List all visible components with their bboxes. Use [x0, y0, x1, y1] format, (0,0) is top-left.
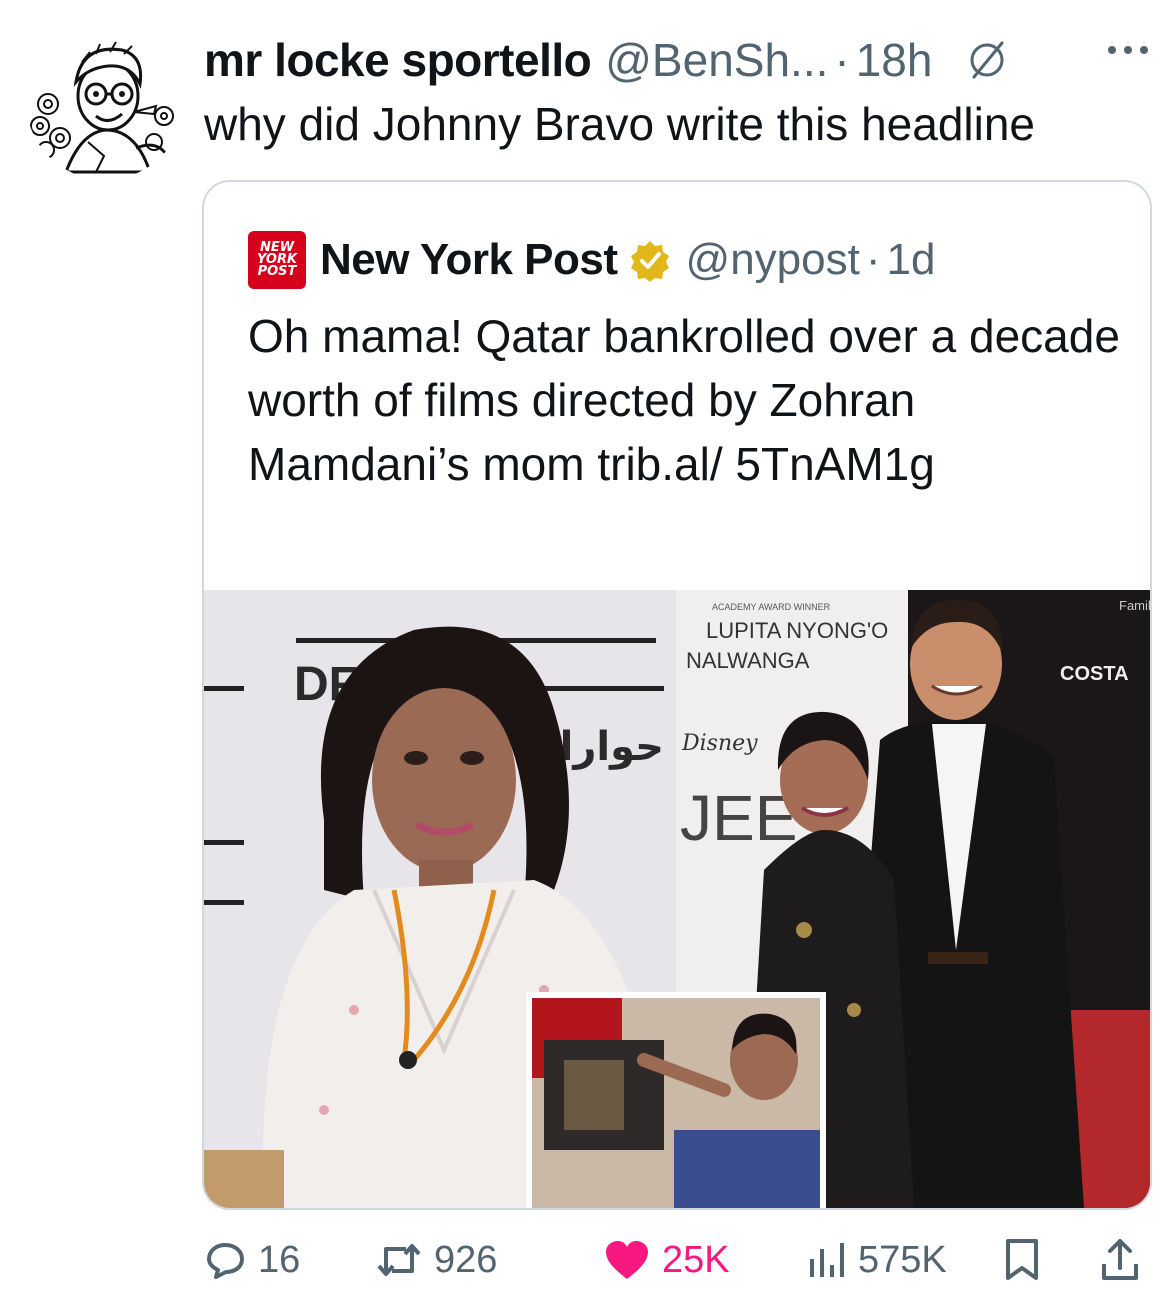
quoted-author-handle[interactable]: @nypost [686, 235, 860, 285]
more-icon[interactable] [1108, 40, 1148, 60]
views-button[interactable]: 575K [806, 1230, 947, 1290]
views-icon [810, 1243, 844, 1277]
quoted-tweet-text: Oh mama! Qatar bankrolled over a decade … [248, 310, 1120, 490]
tweet-header: mr locke sportello @BenSh... · 18h [204, 30, 1008, 90]
reply-button[interactable]: 16 [204, 1230, 300, 1290]
avatar[interactable] [26, 22, 184, 180]
premiere-name-2: NALWANGA [686, 648, 810, 673]
author-name[interactable]: mr locke sportello [204, 33, 592, 87]
author-handle[interactable]: @BenSh... [605, 33, 828, 87]
disney-logo: Disney [681, 731, 758, 756]
repost-button[interactable]: 926 [376, 1230, 497, 1290]
tweet-text: why did Johnny Bravo write this headline [204, 98, 1036, 150]
verified-badge-icon [628, 238, 672, 282]
poster-letters: JEE [680, 782, 797, 854]
like-count: 25K [662, 1238, 730, 1281]
premiere-caption: ACADEMY AWARD WINNER [712, 602, 831, 612]
quoted-tweet-header: NEW YORK POST New York Post @nypost · 1d [248, 230, 935, 290]
avatar-cartoon [26, 22, 184, 180]
like-heart-icon [606, 1241, 648, 1279]
quoted-tweet-media[interactable]: DFI حوارات الدوحة [204, 590, 1150, 1208]
reply-count: 16 [258, 1238, 301, 1281]
reply-icon [207, 1243, 244, 1279]
premiere-name: LUPITA NYONG'O [706, 618, 888, 643]
bookmark-icon [1006, 1239, 1038, 1280]
separator-dot: · [834, 34, 850, 86]
views-count: 575K [858, 1238, 947, 1281]
bookmark-button[interactable] [1004, 1230, 1040, 1290]
costa-logo: COSTA [1060, 663, 1129, 685]
quoted-tweet-card[interactable]: NEW YORK POST New York Post @nypost · 1d O… [202, 180, 1152, 1210]
quoted-timestamp[interactable]: 1d [887, 235, 936, 285]
share-button[interactable] [1100, 1230, 1140, 1290]
share-icon [1102, 1239, 1138, 1280]
timestamp[interactable]: 18h [856, 33, 933, 87]
repost-icon [377, 1244, 421, 1276]
like-button[interactable]: 25K [604, 1230, 730, 1290]
nypost-logo[interactable]: NEW YORK POST [248, 231, 306, 289]
repost-count: 926 [434, 1238, 498, 1281]
separator-dot: · [865, 235, 881, 284]
inset-photo [526, 992, 826, 1208]
quoted-author-name[interactable]: New York Post [320, 235, 618, 285]
family-text: Family [1119, 598, 1150, 613]
grok-icon[interactable] [966, 39, 1008, 81]
tweet[interactable]: mr locke sportello @BenSh... · 18h why d… [0, 0, 1169, 1307]
action-bar: 16 926 25K 575K [0, 1230, 1169, 1300]
